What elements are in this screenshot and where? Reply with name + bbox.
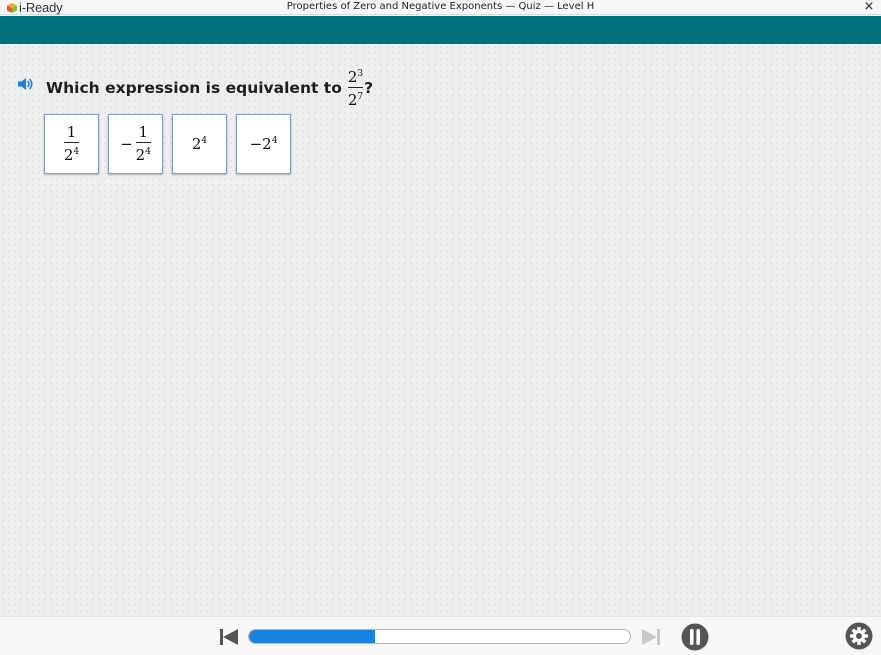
question-mark: ? [364,79,374,97]
skip-forward-icon [642,629,660,645]
fraction-numerator: 23 [347,67,364,86]
fraction-denominator: 24 [135,146,151,164]
title-bar: i-Ready Properties of Zero and Negative … [0,0,881,15]
skip-back-button[interactable] [219,628,239,646]
fraction-bar [63,142,80,143]
question-text: Which expression is equivalent to [46,79,342,97]
settings-button[interactable] [845,622,873,650]
fraction-bar [135,142,151,143]
read-aloud-button[interactable] [17,76,35,92]
answer-choice-4[interactable]: −24 [236,114,291,174]
pause-button[interactable] [681,623,709,651]
answer-choices: 1 24 − 1 24 24 −24 [44,114,291,174]
skip-forward-button[interactable] [641,628,661,646]
progress-fill [249,630,375,643]
choice-fraction: 1 24 [135,123,151,164]
fraction-bar [347,86,364,88]
answer-choice-2[interactable]: − 1 24 [108,114,163,174]
header-bar [0,16,881,44]
close-button[interactable]: × [862,0,876,15]
choice-power: 24 [191,135,208,153]
answer-choice-1[interactable]: 1 24 [44,114,99,174]
question-fraction: 23 27 [347,66,364,109]
choice-power: −24 [249,135,278,153]
fraction-denominator: 24 [63,146,80,164]
lesson-progress-bar[interactable] [248,629,631,644]
gear-icon [845,622,873,650]
skip-back-icon [220,629,238,645]
speaker-icon [18,78,33,90]
fraction-denominator: 27 [347,90,364,109]
pause-icon [681,623,709,651]
choice-fraction: 1 24 [63,123,80,164]
window-title: Properties of Zero and Negative Exponent… [286,1,595,12]
minus-sign: − [120,135,133,153]
question-prompt: Which expression is equivalent to 23 27 … [46,65,373,109]
answer-choice-3[interactable]: 24 [172,114,227,174]
